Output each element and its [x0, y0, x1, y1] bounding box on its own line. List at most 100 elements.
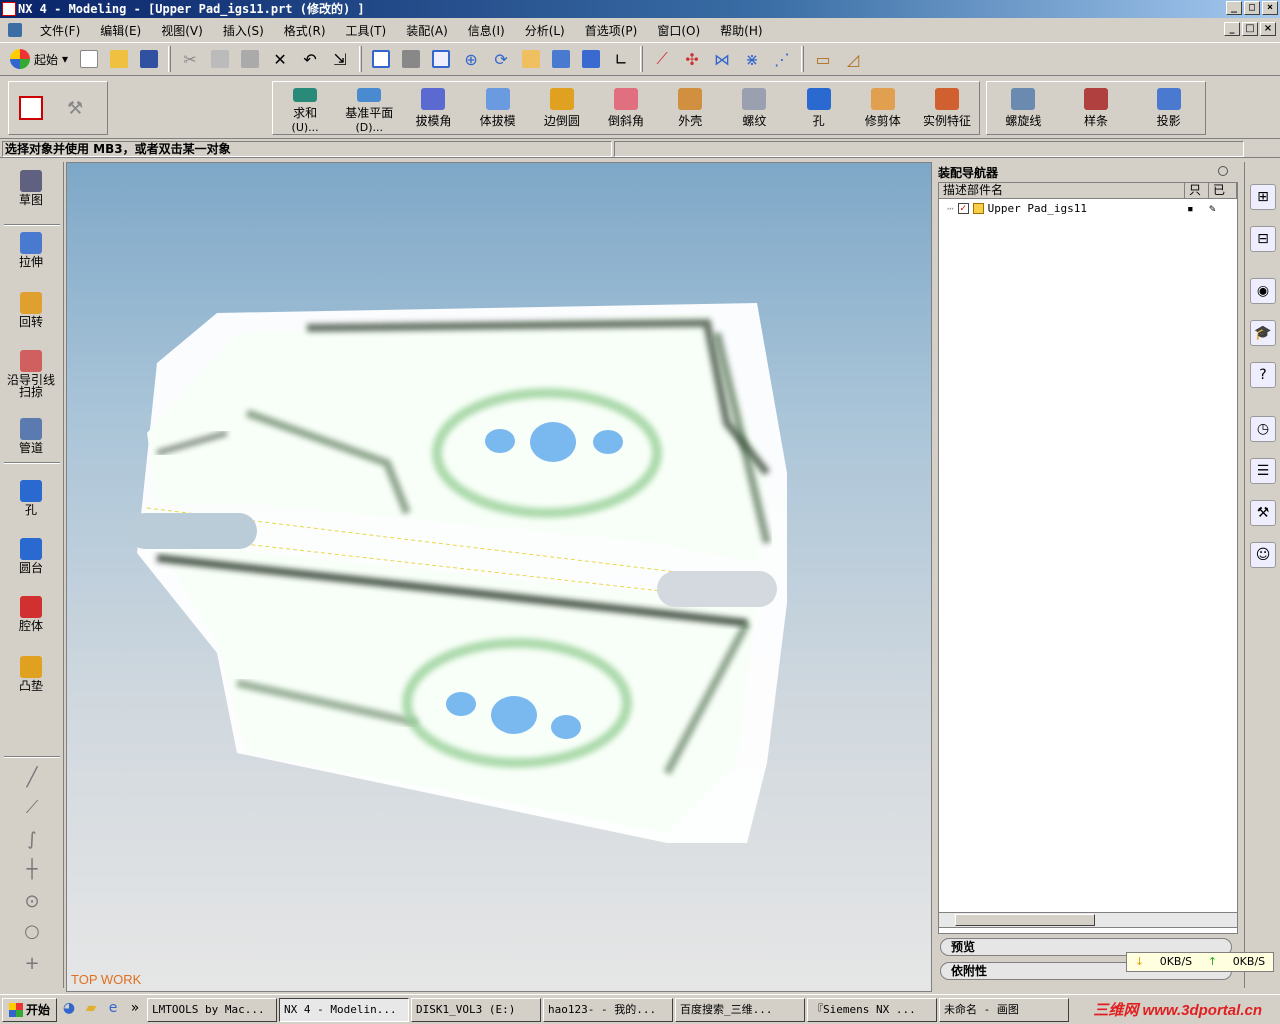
feature-button-6[interactable]: 外壳 [658, 82, 722, 134]
history-tab-icon[interactable]: ◷ [1250, 416, 1276, 442]
shaded-icon[interactable] [398, 46, 424, 72]
resource-item-6[interactable]: 圆台 [2, 538, 60, 574]
curve-icon[interactable]: ∫ [20, 828, 44, 852]
task-paint[interactable]: 未命名 - 画图 [939, 997, 1070, 1022]
help-tab-icon[interactable]: ? [1250, 362, 1276, 388]
document-icon[interactable] [8, 23, 22, 37]
resource-item-8[interactable]: 凸垫 [2, 656, 60, 692]
quicklaunch-folder-icon[interactable]: ▰ [81, 1000, 101, 1020]
menu-file[interactable]: 文件(F) [30, 22, 90, 39]
circle-point-icon[interactable]: ⊙ [20, 890, 44, 914]
roles-tab-icon[interactable]: ☺ [1250, 542, 1276, 568]
save-icon[interactable] [136, 46, 162, 72]
zoom-window-icon[interactable] [428, 46, 454, 72]
tree-node-part[interactable]: ⋯ ✓ Upper Pad_igs11 ▪ ✎ [939, 199, 1237, 217]
snap-mid-icon[interactable]: ⋈ [709, 46, 735, 72]
feature-button-0[interactable]: 求和 (U)... [273, 82, 337, 134]
point-icon[interactable]: + [20, 952, 44, 976]
delete-icon[interactable]: ✕ [267, 46, 293, 72]
tools-tab-icon[interactable]: ⚒ [1250, 500, 1276, 526]
task-siemens[interactable]: 『Siemens NX ... [807, 997, 938, 1022]
render-style-icon[interactable] [578, 46, 604, 72]
column-header-modified[interactable]: 已 [1209, 183, 1237, 198]
resource-item-0[interactable]: 草图 [2, 170, 60, 206]
quicklaunch-ie-icon[interactable]: ◕ [59, 1000, 79, 1020]
column-header-name[interactable]: 描述部件名 [939, 183, 1185, 198]
menu-window[interactable]: 窗口(O) [647, 22, 710, 39]
hammer-icon[interactable]: ⚒ [67, 98, 89, 120]
menu-analysis[interactable]: 分析(L) [515, 22, 575, 39]
feature-button-9[interactable]: 修剪体 [851, 82, 915, 134]
select-icon[interactable] [19, 96, 43, 120]
feature-button-2[interactable]: 拔模角 [401, 82, 465, 134]
curve-button-2[interactable]: 投影 [1132, 82, 1205, 134]
checkbox-icon[interactable]: ✓ [957, 202, 969, 214]
task-nx[interactable]: NX 4 - Modelin... [279, 997, 410, 1022]
start-button[interactable]: 起始 ▾ [4, 46, 74, 72]
feature-button-3[interactable]: 体拔模 [466, 82, 530, 134]
quicklaunch-more-icon[interactable]: » [125, 1000, 145, 1020]
graphics-window[interactable]: TOP WORK [66, 162, 932, 992]
snap-icon[interactable]: ⟋ [649, 46, 675, 72]
part-navigator-tab-icon[interactable]: ⊟ [1250, 226, 1276, 252]
pan-icon[interactable] [518, 46, 544, 72]
wcs-icon[interactable]: ∟ [608, 46, 634, 72]
line-icon[interactable]: ╱ [20, 766, 44, 790]
resource-item-5[interactable]: 孔 [2, 480, 60, 516]
feature-button-5[interactable]: 倒斜角 [594, 82, 658, 134]
feature-button-8[interactable]: 孔 [787, 82, 851, 134]
resource-item-1[interactable]: 拉伸 [2, 232, 60, 268]
paste-icon[interactable] [237, 46, 263, 72]
close-button[interactable]: × [1262, 1, 1278, 15]
resource-item-7[interactable]: 腔体 [2, 596, 60, 632]
menu-edit[interactable]: 编辑(E) [90, 22, 151, 39]
doc-restore-button[interactable]: □ [1242, 22, 1258, 36]
task-lmtools[interactable]: LMTOOLS by Mac... [147, 997, 278, 1022]
menu-view[interactable]: 视图(V) [151, 22, 213, 39]
web-browser-tab-icon[interactable]: ◉ [1250, 278, 1276, 304]
measure-icon[interactable]: ▭ [810, 46, 836, 72]
menu-insert[interactable]: 插入(S) [213, 22, 274, 39]
task-disk[interactable]: DISK1_VOL3 (E:) [411, 997, 542, 1022]
part-model[interactable] [67, 163, 932, 992]
start-menu-button[interactable]: 开始 [2, 997, 58, 1022]
copy-icon[interactable] [207, 46, 233, 72]
fit-icon[interactable] [368, 46, 394, 72]
feature-button-10[interactable]: 实例特征 [915, 82, 979, 134]
new-icon[interactable] [76, 46, 102, 72]
horizontal-scrollbar[interactable] [938, 912, 1238, 928]
menu-format[interactable]: 格式(R) [274, 22, 336, 39]
feature-button-7[interactable]: 螺纹 [722, 82, 786, 134]
task-baidu[interactable]: 百度搜索_三维... [675, 997, 806, 1022]
feature-button-4[interactable]: 边倒圆 [530, 82, 594, 134]
list-tab-icon[interactable]: ☰ [1250, 458, 1276, 484]
doc-close-button[interactable]: × [1260, 22, 1276, 36]
snap-end-icon[interactable]: ⋇ [739, 46, 765, 72]
resource-item-3[interactable]: 沿导引线 扫掠 [2, 350, 60, 398]
undo-icon[interactable]: ↶ [297, 46, 323, 72]
resource-item-4[interactable]: 管道 [2, 418, 60, 454]
snap-more-icon[interactable]: ⋰ [769, 46, 795, 72]
open-icon[interactable] [106, 46, 132, 72]
snap-point-icon[interactable]: ✣ [679, 46, 705, 72]
column-header-readonly[interactable]: 只 [1185, 183, 1209, 198]
quicklaunch-browser-icon[interactable]: e [103, 1000, 123, 1020]
circle-icon[interactable]: ○ [20, 920, 44, 944]
cross-icon[interactable]: ┼ [20, 858, 44, 882]
view-orient-icon[interactable] [548, 46, 574, 72]
training-tab-icon[interactable]: 🎓 [1250, 320, 1276, 346]
menu-help[interactable]: 帮助(H) [710, 22, 772, 39]
task-hao123[interactable]: hao123- - 我的... [543, 997, 674, 1022]
ruler-icon[interactable]: ◿ [840, 46, 866, 72]
rotate-icon[interactable]: ⟳ [488, 46, 514, 72]
maximize-button[interactable]: □ [1244, 1, 1260, 15]
feature-button-1[interactable]: 基准平面 (D)... [337, 82, 401, 134]
selection-filter-icon[interactable]: ⇲ [327, 46, 353, 72]
zoom-icon[interactable]: ⊕ [458, 46, 484, 72]
minimize-button[interactable]: _ [1226, 1, 1242, 15]
menu-tools[interactable]: 工具(T) [336, 22, 397, 39]
doc-minimize-button[interactable]: _ [1224, 22, 1240, 36]
line-tool-icon[interactable]: ⟋ [20, 796, 44, 820]
resource-item-2[interactable]: 回转 [2, 292, 60, 328]
assembly-navigator-tab-icon[interactable]: ⊞ [1250, 184, 1276, 210]
